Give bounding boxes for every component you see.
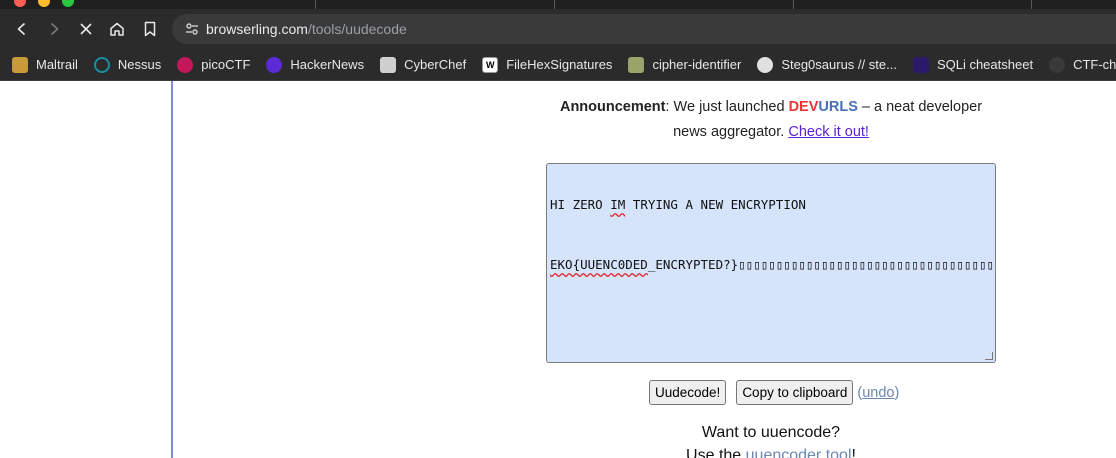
announcement-text: : We just launched <box>665 99 789 115</box>
bookmark-item[interactable]: Steg0saurus // ste... <box>757 51 897 79</box>
bookmark-label: picoCTF <box>201 57 251 72</box>
undo-link[interactable]: undo <box>862 385 894 401</box>
bookmark-label: FileHexSignatures <box>506 57 613 72</box>
text-segment: HI ZERO <box>550 197 611 212</box>
github-icon <box>1049 56 1066 73</box>
sqli-icon <box>912 56 929 73</box>
bookmark-label: cipher-identifier <box>652 57 742 72</box>
forward-arrow-icon <box>50 22 59 36</box>
bookmark-label: HackerNews <box>290 57 365 72</box>
bookmark-item[interactable]: HackerNews <box>266 51 364 79</box>
picoctf-icon <box>177 56 194 73</box>
bookmark-page-button[interactable] <box>138 17 162 41</box>
paren: ) <box>894 384 900 401</box>
site-settings-icon[interactable] <box>184 21 200 37</box>
bookmark-item[interactable]: CTF-check <box>1049 51 1116 79</box>
bookmarks-bar: Maltrail Nessus picoCTF HackerNews CyberChef… <box>0 49 1116 81</box>
announcement: Announcement: We just launched DEVURLS –… <box>548 95 994 145</box>
textarea-line-2: EKO{UUENC0DED_ENCRYPTED?}▯▯▯▯▯▯▯▯▯▯▯▯▯▯▯… <box>550 257 995 287</box>
forward-button[interactable] <box>42 17 66 41</box>
action-buttons: Uudecode! Copy to clipboard (undo) <box>649 380 899 405</box>
maltrail-icon <box>12 56 28 73</box>
address-bar[interactable]: browserling.com/tools/uudecode <box>172 14 1116 44</box>
stop-loading-button[interactable] <box>74 17 98 41</box>
check-it-out-link[interactable]: Check it out! <box>788 124 869 140</box>
tab-divider <box>315 0 316 9</box>
undo-wrapper: (undo) <box>857 385 899 401</box>
bookmark-label: Steg0saurus // ste... <box>781 57 897 72</box>
home-button[interactable] <box>105 17 129 41</box>
minimize-window-icon[interactable] <box>38 0 50 7</box>
back-button[interactable] <box>10 17 34 41</box>
back-arrow-icon <box>17 22 26 36</box>
devurls-urls: URLS <box>818 99 858 115</box>
uuencode-promo: Want to uuencode? Use the uuencoder tool… <box>546 421 996 458</box>
use-tool-line: Use the uuencoder tool! <box>546 444 996 458</box>
web-page: Announcement: We just launched DEVURLS –… <box>0 81 1116 458</box>
bookmark-item[interactable]: SQLi cheatsheet <box>912 51 1034 79</box>
text-segment: TRYING A NEW ENCRYPTION <box>625 197 806 212</box>
bookmark-item[interactable]: cipher-identifier <box>628 51 741 79</box>
nessus-icon <box>93 56 110 73</box>
text-segment: Use the <box>686 447 746 458</box>
wikipedia-icon: W <box>482 56 499 73</box>
url-path: /tools/uudecode <box>307 21 407 37</box>
left-divider <box>171 81 173 458</box>
steg0saurus-icon <box>757 56 774 73</box>
bookmark-label: CTF-check <box>1073 57 1116 72</box>
maximize-window-icon[interactable] <box>62 0 74 7</box>
announcement-lead: Announcement <box>559 99 666 115</box>
close-icon <box>80 23 92 35</box>
spellcheck-word: IM <box>610 197 626 212</box>
bookmark-label: Nessus <box>117 57 162 72</box>
copy-to-clipboard-button[interactable]: Copy to clipboard <box>736 380 854 405</box>
spellcheck-word: EKO{UUENC0DED <box>550 257 648 272</box>
uuencoded-input[interactable]: HI ZERO IM TRYING A NEW ENCRYPTION EKO{U… <box>546 163 996 363</box>
unprintable-chars: ▯▯▯▯▯▯▯▯▯▯▯▯▯▯▯▯▯▯▯▯▯▯▯▯▯▯▯▯▯▯▯▯▯▯▯▯▯▯▯▯… <box>738 257 995 272</box>
home-icon <box>110 22 124 36</box>
uuencoder-tool-link[interactable]: uuencoder tool <box>746 447 852 458</box>
url-text: browserling.com/tools/uudecode <box>206 21 407 37</box>
bookmark-item[interactable]: Nessus <box>93 51 162 79</box>
bookmark-item[interactable]: W FileHexSignatures <box>482 51 612 79</box>
tab-divider <box>793 0 794 9</box>
bookmark-label: Maltrail <box>36 57 78 72</box>
devurls-dev: DEV <box>788 99 819 115</box>
uudecode-button[interactable]: Uudecode! <box>649 380 727 405</box>
want-heading: Want to uuencode? <box>701 424 841 441</box>
bookmark-item[interactable]: CyberChef <box>380 51 466 79</box>
bookmark-icon <box>144 21 156 37</box>
browser-toolbar: browserling.com/tools/uudecode <box>0 9 1116 49</box>
text-segment: ! <box>851 447 856 458</box>
textarea-line-1: HI ZERO IM TRYING A NEW ENCRYPTION <box>550 197 992 227</box>
tab-divider <box>554 0 555 9</box>
bookmark-item[interactable]: picoCTF <box>177 51 250 79</box>
url-host: browserling.com <box>206 21 308 37</box>
hackernews-icon <box>266 56 283 73</box>
bookmark-label: SQLi cheatsheet <box>936 57 1034 72</box>
tab-strip <box>0 0 1116 9</box>
text-segment: _ENCRYPTED?} <box>647 257 739 272</box>
bookmark-label: CyberChef <box>404 57 467 72</box>
cipher-identifier-icon <box>628 56 645 73</box>
close-window-icon[interactable] <box>14 0 26 7</box>
resize-handle[interactable] <box>985 352 993 360</box>
cyberchef-icon <box>380 56 397 73</box>
bookmark-item[interactable]: Maltrail <box>12 51 78 79</box>
tab-divider <box>1031 0 1032 9</box>
